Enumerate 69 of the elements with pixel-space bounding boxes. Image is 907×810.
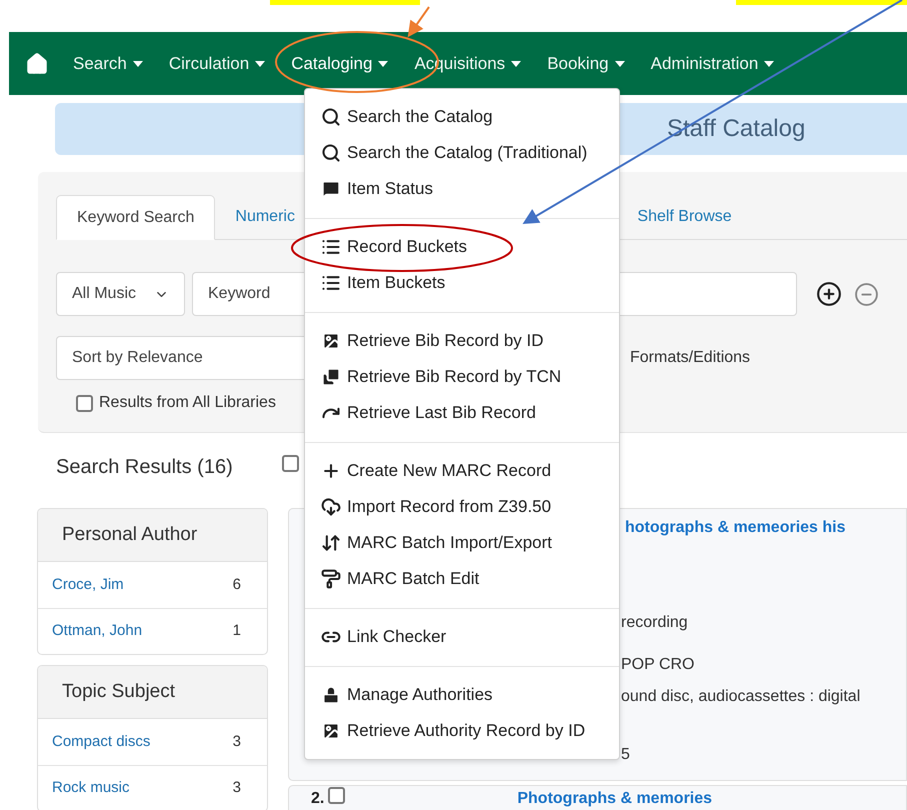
menu-item[interactable]: MARC Batch Import/Export (305, 525, 619, 561)
result-number: 2. (311, 789, 324, 809)
menu-item[interactable]: Link Checker (305, 619, 619, 655)
menu-item[interactable]: Search the Catalog (305, 99, 619, 135)
caret-icon (614, 60, 625, 66)
checkbox[interactable] (76, 394, 93, 412)
menu-item[interactable]: Record Buckets (305, 229, 619, 265)
caret-icon (764, 60, 774, 66)
result-detail: POP CRO (621, 655, 696, 675)
nav-menu-button[interactable]: Circulation (168, 46, 266, 80)
nav-menu-button[interactable]: Booking (547, 46, 625, 80)
checkbox-label: Results from All Libraries (99, 393, 276, 413)
nav-menu-button[interactable]: Cataloging (291, 46, 388, 80)
menu-item[interactable]: Manage Authorities (305, 677, 619, 713)
add-row-icon[interactable] (816, 281, 842, 307)
facet-link[interactable]: Rock music (52, 777, 130, 800)
result-checkbox[interactable] (328, 786, 346, 804)
group-option-label: Formats/Editions (630, 348, 750, 368)
result-title-link[interactable]: Photographs & memories (517, 787, 712, 810)
caret-icon (511, 60, 522, 66)
menu-item[interactable]: Retrieve Last Bib Record (305, 395, 619, 431)
menu-item[interactable]: Retrieve Authority Record by ID (305, 713, 619, 749)
cloud-download-icon (321, 497, 341, 517)
facet-count: 3 (232, 732, 241, 752)
format-select[interactable]: All Music (56, 272, 185, 316)
search-tab[interactable]: Numeric (215, 194, 296, 239)
menu-item[interactable]: Search the Catalog (Traditional) (305, 135, 619, 171)
search-icon (321, 143, 341, 163)
nav-menu-button[interactable]: Administration (650, 46, 774, 80)
facet-link[interactable]: Compact discs (52, 730, 150, 754)
facet-title: Personal Author (62, 522, 198, 547)
facet-link[interactable]: Ottman, John (52, 620, 142, 643)
facet-count: 6 (232, 574, 241, 595)
facet-count: 3 (232, 778, 241, 798)
menu-item[interactable]: Retrieve Bib Record by ID (305, 323, 619, 359)
arrows-icon (321, 533, 341, 553)
results-heading: Search Results (16) (56, 455, 233, 480)
result-title-link[interactable]: hotographs & memeories his (625, 516, 846, 540)
caret-icon (255, 60, 266, 66)
result-detail: recording (621, 613, 689, 633)
paint-roller-icon (321, 569, 341, 589)
field-select[interactable]: Keyword (192, 272, 304, 316)
menu-item[interactable]: Import Record from Z39.50 (305, 489, 619, 525)
search-tab[interactable]: Keyword Search (56, 195, 216, 240)
list-icon (321, 273, 341, 293)
caret-icon (378, 60, 388, 66)
menu-item[interactable]: MARC Batch Edit (305, 561, 619, 597)
remove-row-icon[interactable] (854, 282, 879, 306)
menu-item[interactable]: Retrieve Bib Record by TCN (305, 359, 619, 395)
caret-icon (132, 60, 143, 66)
result-detail: 5 (621, 745, 631, 765)
facet-title: Topic Subject (62, 680, 176, 704)
nav-menu-button[interactable]: Search (73, 46, 143, 80)
result-detail: ound disc, audiocassettes : digital (621, 687, 862, 707)
list-icon (321, 237, 341, 257)
annotation-arrow (408, 6, 430, 38)
images-icon (321, 367, 341, 387)
search-tab[interactable]: Shelf Browse (617, 194, 752, 239)
menu-item[interactable]: Item Buckets (305, 265, 619, 301)
menu-item[interactable]: Item Status (305, 171, 619, 207)
facet-count: 1 (232, 621, 241, 642)
facet-link[interactable]: Croce, Jim (52, 574, 124, 596)
home-icon[interactable] (25, 52, 49, 76)
menu-item[interactable]: Create New MARC Record (305, 453, 619, 489)
select-all-checkbox[interactable] (282, 454, 299, 472)
plus-icon (321, 461, 341, 481)
search-input[interactable] (620, 272, 797, 316)
search-icon (321, 107, 341, 127)
sort-select[interactable]: Sort by Relevance (56, 336, 304, 380)
